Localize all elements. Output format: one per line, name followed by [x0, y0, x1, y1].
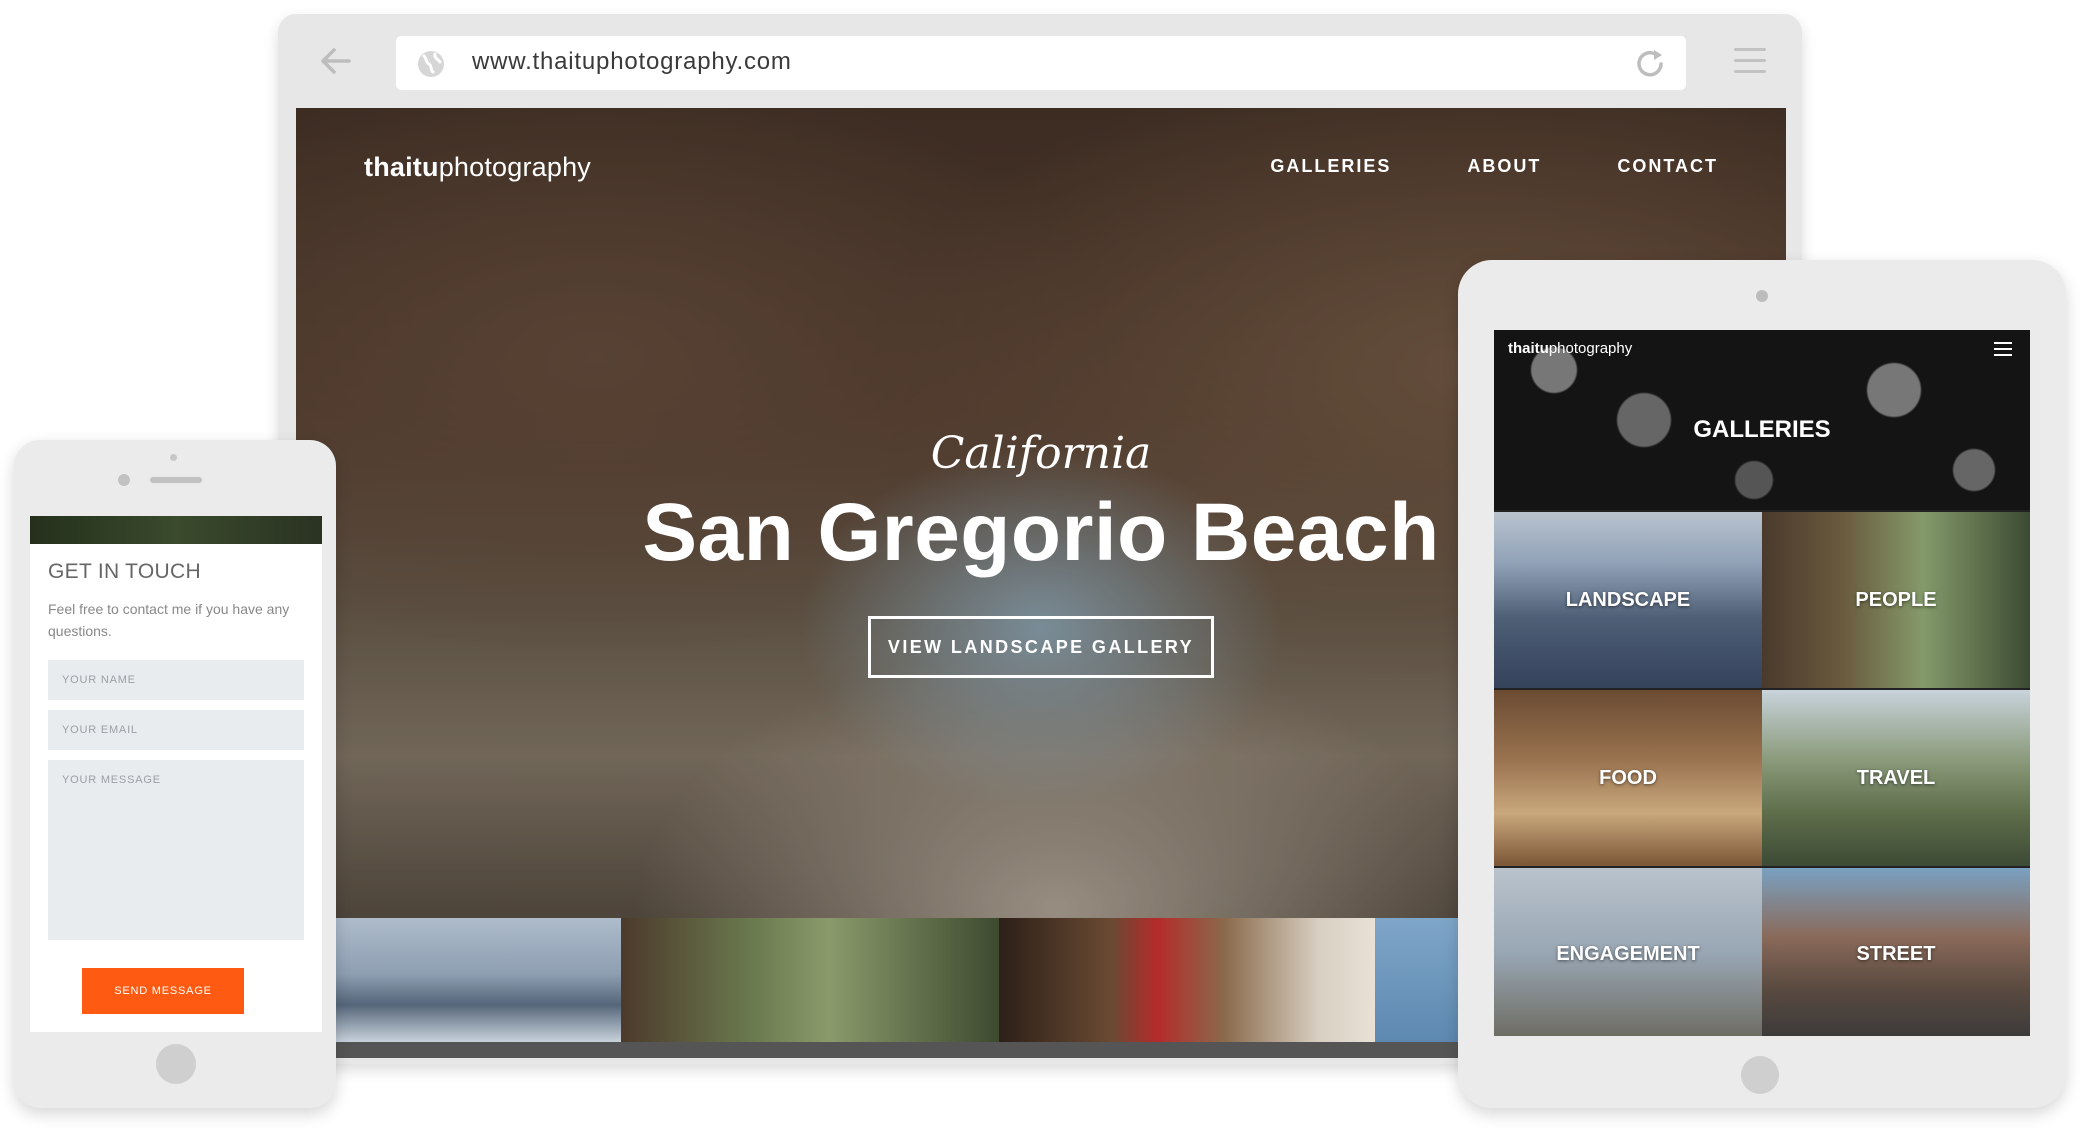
tile-label: TRAVEL	[1856, 766, 1936, 789]
logo-light-text: photography	[438, 152, 592, 182]
name-field[interactable]: YOUR NAME	[48, 660, 304, 700]
globe-icon	[418, 51, 444, 77]
tablet-camera	[1756, 290, 1768, 302]
gallery-tile-engagement[interactable]: ENGAGEMENT	[1494, 868, 1762, 1036]
phone-screen: GET IN TOUCH Feel free to contact me if …	[30, 516, 322, 1032]
tablet-mockup: thaituphotography GALLERIES LANDSCAPE PE…	[1458, 260, 2066, 1108]
url-text[interactable]: www.thaituphotography.com	[472, 48, 792, 76]
tablet-site-logo[interactable]: thaituphotography	[1508, 340, 1632, 357]
tile-label: PEOPLE	[1855, 588, 1937, 611]
message-field[interactable]: YOUR MESSAGE	[48, 760, 304, 940]
email-field[interactable]: YOUR EMAIL	[48, 710, 304, 750]
tile-label: LANDSCAPE	[1565, 588, 1691, 611]
tablet-logo-light-text: photography	[1548, 340, 1633, 357]
view-landscape-gallery-button[interactable]: VIEW LANDSCAPE GALLERY	[868, 616, 1214, 678]
nav-about[interactable]: ABOUT	[1467, 156, 1541, 177]
contact-description: Feel free to contact me if you have any …	[48, 601, 290, 639]
phone-mockup: GET IN TOUCH Feel free to contact me if …	[14, 440, 336, 1108]
logo-bold-text: thaitu	[364, 152, 439, 182]
back-arrow-icon[interactable]	[318, 46, 352, 76]
phone-camera	[118, 474, 130, 486]
phone-speaker	[150, 477, 202, 483]
gallery-tile-street[interactable]: STREET	[1762, 868, 2030, 1036]
tablet-home-button[interactable]	[1741, 1056, 1779, 1094]
tablet-galleries-title: GALLERIES	[1693, 416, 1831, 443]
reload-icon[interactable]	[1634, 48, 1668, 80]
tablet-screen: thaituphotography GALLERIES LANDSCAPE PE…	[1494, 330, 2030, 1036]
thumbnail-landscape[interactable]	[296, 918, 621, 1042]
send-message-button[interactable]: SEND MESSAGE	[82, 968, 244, 1014]
nav-galleries[interactable]: GALLERIES	[1270, 156, 1391, 177]
gallery-grid: LANDSCAPE PEOPLE FOOD TRAVEL ENGAGEMENT …	[1494, 512, 2030, 1036]
phone-home-button[interactable]	[156, 1044, 196, 1084]
main-nav: GALLERIES ABOUT CONTACT	[1270, 156, 1718, 177]
gallery-tile-food[interactable]: FOOD	[1494, 690, 1762, 866]
browser-menu-icon[interactable]	[1734, 48, 1766, 74]
gallery-tile-landscape[interactable]: LANDSCAPE	[1494, 512, 1762, 688]
tablet-logo-bold-text: thaitu	[1508, 340, 1549, 357]
gallery-tile-people[interactable]: PEOPLE	[1762, 512, 2030, 688]
tile-label: STREET	[1856, 942, 1936, 965]
contact-title: GET IN TOUCH	[48, 560, 201, 583]
nav-contact[interactable]: CONTACT	[1617, 156, 1718, 177]
hamburger-menu-icon[interactable]	[1994, 342, 2012, 360]
gallery-tile-travel[interactable]: TRAVEL	[1762, 690, 2030, 866]
thumbnail-people[interactable]	[621, 918, 999, 1042]
tile-label: ENGAGEMENT	[1556, 942, 1700, 965]
thumbnail-food[interactable]	[999, 918, 1375, 1042]
phone-sensor	[170, 454, 177, 461]
tile-label: FOOD	[1599, 766, 1657, 789]
tablet-galleries-header: thaituphotography GALLERIES	[1494, 330, 2030, 510]
phone-banner-image	[30, 516, 322, 544]
address-bar[interactable]: www.thaituphotography.com	[396, 36, 1686, 90]
site-logo[interactable]: thaituphotography	[364, 152, 591, 183]
